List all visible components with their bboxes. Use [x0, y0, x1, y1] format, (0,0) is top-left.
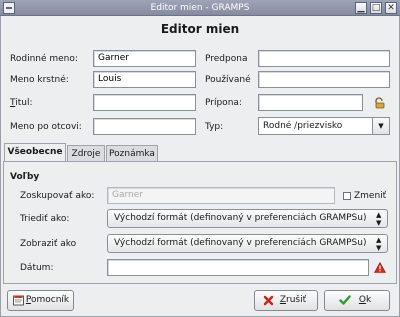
meno-po-otcovi-field[interactable]: [93, 118, 196, 135]
predpona-field[interactable]: [258, 50, 390, 67]
meno-po-otcovi-label: Meno po otcovi:: [10, 122, 82, 132]
predpona-label: Predpona: [205, 54, 248, 64]
typ-value: Rodné /priezvisko: [263, 121, 343, 131]
zoskupovat-field[interactable]: Garner: [107, 187, 335, 204]
datum-field[interactable]: [107, 259, 369, 276]
tab-vseobecne[interactable]: Všeobecne: [4, 143, 66, 162]
meno-krstne-label: Meno krstné:: [10, 75, 69, 85]
rodinne-meno-label: Rodinné meno:: [10, 54, 78, 64]
zobrazit-label: Zobraziť ako: [20, 239, 77, 249]
pripona-label: Prípona:: [205, 98, 242, 108]
title-bar[interactable]: Editor mien - GRAMPS ▁ □ ✕: [0, 0, 400, 16]
typ-combo[interactable]: Rodné /priezvisko ▼: [258, 117, 390, 135]
triedit-value: Východzí formát (definovaný v preferenci…: [114, 213, 367, 223]
pouzivane-label: Používané: [205, 75, 251, 85]
section-title: Voľby: [10, 172, 40, 182]
zobrazit-select[interactable]: Východzí formát (definovaný v preferenci…: [107, 234, 388, 253]
rodinne-meno-field[interactable]: Garner: [93, 50, 196, 67]
maximize-icon[interactable]: □: [370, 2, 382, 14]
window-title: Editor mien - GRAMPS: [150, 3, 250, 13]
updown-icon: ▲▼: [376, 236, 382, 252]
lock-icon[interactable]: [373, 97, 385, 109]
zmenit-label: Zmeniť: [354, 191, 387, 201]
triedit-label: Triediť ako:: [20, 214, 70, 224]
titul-field[interactable]: [93, 94, 196, 111]
cancel-button[interactable]: Zrušiť: [254, 290, 318, 311]
ok-button[interactable]: Ok: [324, 290, 390, 311]
pripona-field[interactable]: [258, 94, 363, 111]
updown-icon: ▲▼: [376, 211, 382, 227]
datum-label: Dátum:: [20, 263, 54, 273]
ok-icon: [339, 295, 351, 305]
typ-label: Typ:: [205, 122, 224, 132]
triedit-select[interactable]: Východzí formát (definovaný v preferenci…: [107, 209, 388, 228]
date-warning-icon[interactable]: [373, 261, 387, 273]
tab-poznamka[interactable]: Poznámka: [106, 145, 158, 162]
tab-zdroje[interactable]: Zdroje: [67, 145, 105, 162]
cancel-icon: [263, 295, 274, 306]
dialog-heading: Editor mien: [160, 22, 240, 36]
meno-krstne-field[interactable]: Louis: [93, 71, 196, 88]
pouzivane-field[interactable]: [258, 71, 390, 88]
titul-label: Titul:: [10, 98, 33, 108]
chevron-down-icon[interactable]: ▼: [372, 118, 389, 134]
zobrazit-value: Východzí formát (definovaný v preferenci…: [114, 238, 367, 248]
zmenit-checkbox[interactable]: [343, 192, 351, 200]
help-icon: [13, 295, 24, 306]
close-icon[interactable]: ✕: [385, 2, 397, 14]
help-button[interactable]: Pomocník: [7, 290, 74, 311]
zoskupovat-label: Zoskupovať ako:: [20, 191, 95, 201]
minimize-icon[interactable]: ▁: [355, 2, 367, 14]
